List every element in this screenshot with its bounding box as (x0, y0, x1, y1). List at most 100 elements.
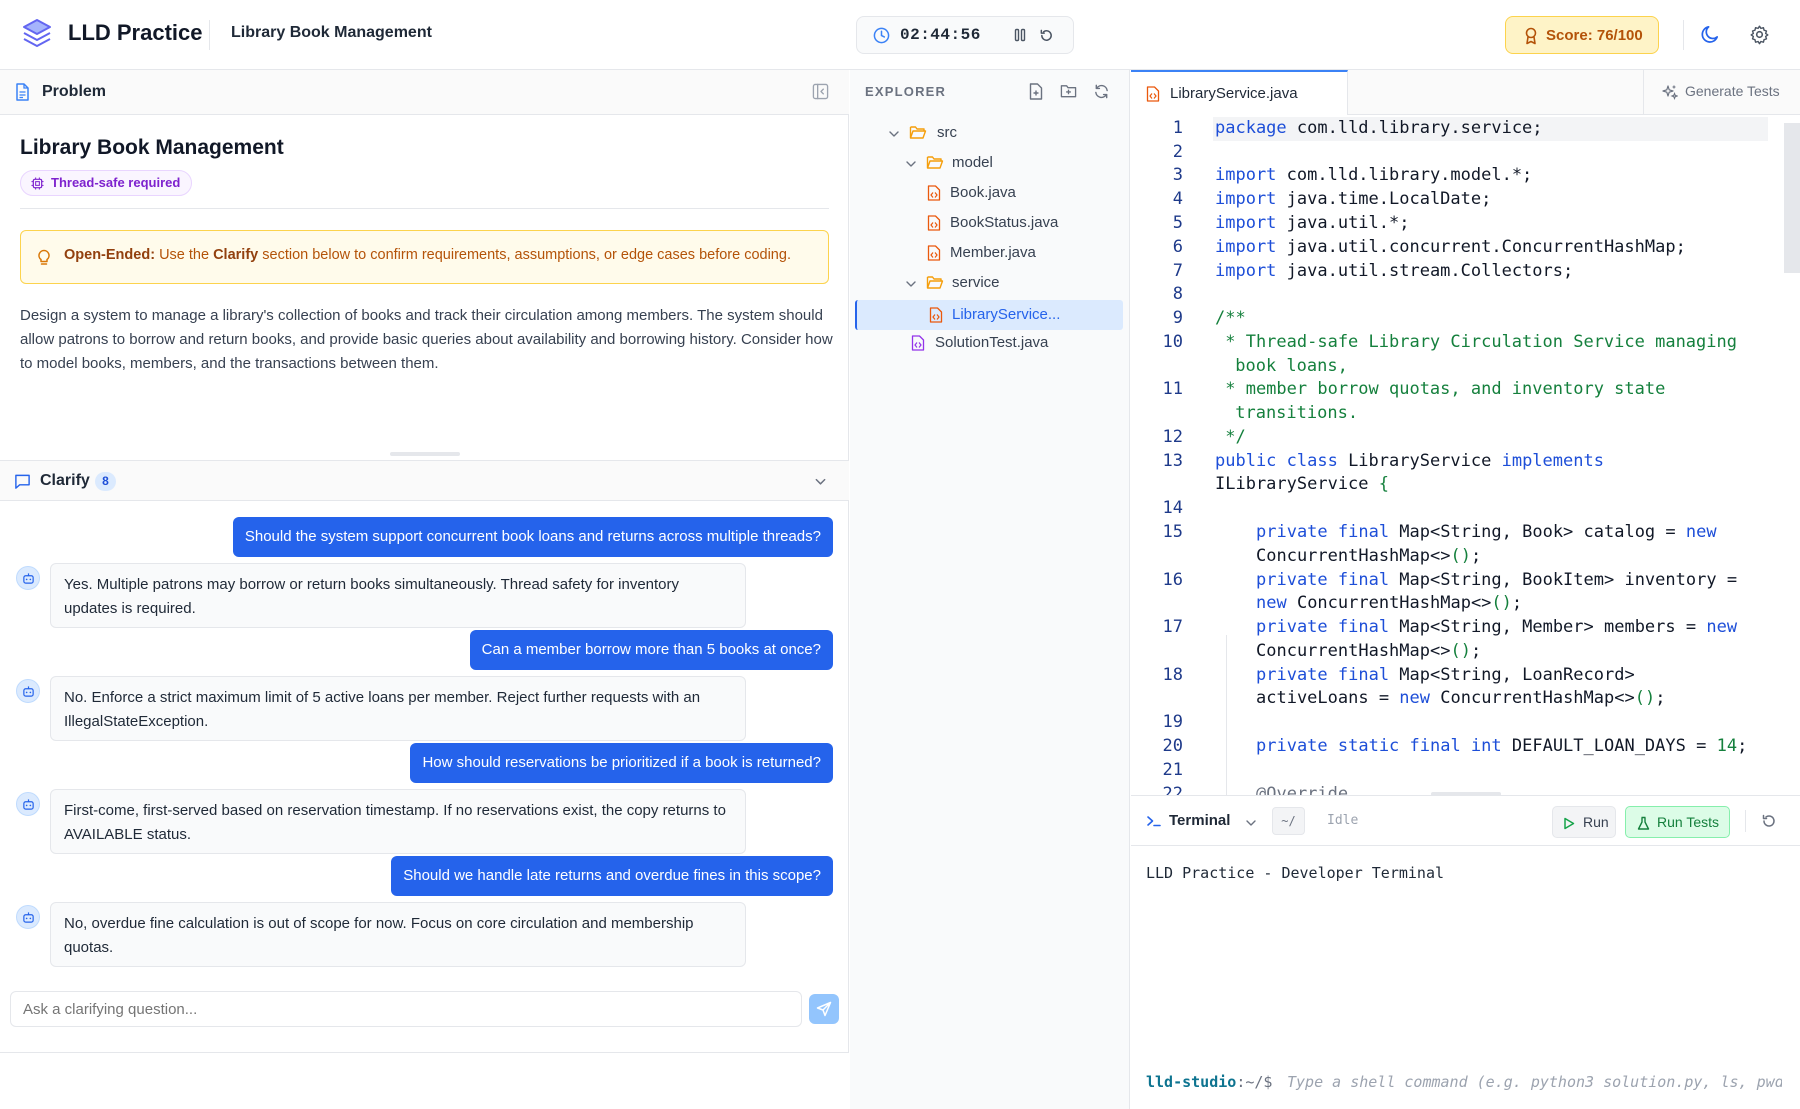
code-line: transitions. (1225, 403, 1359, 423)
tree-label: service (952, 274, 1000, 291)
editor-tabs: LibraryService.java Generate Tests (1131, 70, 1800, 115)
code-line: private final Map<String, Book> catalog … (1256, 522, 1717, 542)
moon-icon[interactable] (1700, 24, 1721, 45)
code-area[interactable]: 1 2 3 4 5 6 7 8 9 10 11 12 13 14 15 16 1… (1131, 115, 1800, 795)
line-number: 5 (1172, 213, 1183, 233)
assistant-answer: Yes. Multiple patrons may borrow or retu… (50, 563, 746, 628)
bot-avatar (16, 566, 40, 590)
code-line: ILibraryService { (1215, 474, 1390, 494)
run-tests-button[interactable]: Run Tests (1625, 806, 1730, 838)
chevron-down-icon (905, 158, 917, 170)
line-number: 14 (1162, 498, 1183, 518)
divider (1745, 810, 1746, 832)
pause-icon[interactable] (1013, 28, 1027, 42)
working-directory-badge: ~/ (1272, 807, 1305, 835)
code-editor: LibraryService.java Generate Tests 1 2 3… (1131, 70, 1800, 796)
header-divider (209, 20, 210, 50)
code-line: import java.util.stream.Collectors; (1215, 261, 1574, 281)
tree-file-bookstatus[interactable]: BookStatus.java (850, 208, 1130, 238)
chevron-down-icon (905, 278, 917, 290)
clarify-count-badge: 8 (95, 472, 116, 491)
prompt-path: :~/$ (1236, 1073, 1273, 1091)
divider (20, 208, 829, 209)
folder-open-icon (926, 275, 944, 290)
code-line: import java.util.*; (1215, 213, 1410, 233)
line-number: 12 (1162, 427, 1183, 447)
chevron-down-icon (888, 128, 900, 140)
open-ended-callout: Open-Ended: Use the Clarify section belo… (20, 230, 829, 284)
new-file-icon[interactable] (1028, 83, 1044, 100)
java-file-icon (927, 245, 941, 261)
java-file-icon (927, 185, 941, 201)
explorer-header: EXPLORER (850, 70, 1130, 114)
terminal-header: Terminal ~/ Idle Run Run Tests (1131, 796, 1800, 846)
problem-title: Library Book Management (20, 136, 284, 159)
tree-label: SolutionTest.java (935, 334, 1049, 351)
clarify-question-input[interactable] (10, 991, 802, 1027)
line-number: 19 (1162, 712, 1183, 732)
gear-icon[interactable] (1749, 24, 1770, 45)
code-line: ConcurrentHashMap<>(); (1256, 546, 1482, 566)
java-file-icon (929, 307, 943, 323)
score-label: Score: 76/100 (1546, 27, 1643, 44)
code-line: import com.lld.library.model.*; (1215, 165, 1533, 185)
chat-icon (14, 473, 31, 490)
tab-libraryservice[interactable]: LibraryService.java (1131, 70, 1348, 115)
terminal-command-input[interactable]: Type a shell command (e.g. python3 solut… (1287, 1073, 1782, 1091)
line-number: 13 (1162, 451, 1183, 471)
user-question: How should reservations be prioritized i… (410, 743, 833, 783)
line-number: 7 (1172, 261, 1183, 281)
reset-timer-icon[interactable] (1039, 28, 1054, 43)
refresh-icon[interactable] (1093, 83, 1110, 100)
bot-avatar (16, 679, 40, 703)
chevron-down-icon[interactable] (814, 475, 827, 488)
tree-file-solutiontest[interactable]: SolutionTest.java (850, 328, 1130, 358)
line-number: 8 (1172, 284, 1183, 304)
tree-folder-src[interactable]: src (850, 118, 1130, 148)
callout-text-1: Use the (159, 247, 210, 263)
play-icon (1564, 817, 1575, 830)
bot-icon (23, 912, 34, 923)
generate-tests-label: Generate Tests (1685, 83, 1780, 99)
new-folder-icon[interactable] (1060, 83, 1077, 99)
terminal-icon (1146, 814, 1162, 828)
tree-file-book[interactable]: Book.java (850, 178, 1130, 208)
run-label: Run (1583, 814, 1609, 830)
line-number: 21 (1162, 760, 1183, 780)
run-button[interactable]: Run (1552, 806, 1616, 838)
flask-icon (1637, 816, 1650, 830)
line-number: 4 (1172, 189, 1183, 209)
test-file-icon (911, 335, 925, 351)
prompt-host: lld-studio (1146, 1073, 1237, 1091)
assistant-answer: No. Enforce a strict maximum limit of 5 … (50, 676, 746, 741)
collapse-panel-icon[interactable] (812, 83, 829, 100)
tree-folder-service[interactable]: service (850, 268, 1130, 298)
code-line: private static final int DEFAULT_LOAN_DA… (1256, 736, 1748, 756)
code-line: activeLoans = new ConcurrentHashMap<>(); (1256, 688, 1666, 708)
tab-label: LibraryService.java (1170, 85, 1298, 102)
bot-avatar (16, 792, 40, 816)
send-button[interactable] (809, 994, 839, 1024)
tree-file-member[interactable]: Member.java (850, 238, 1130, 268)
tree-file-libraryservice[interactable]: LibraryService... (850, 300, 1130, 330)
tree-label: LibraryService... (952, 306, 1061, 323)
callout-label: Open-Ended: (64, 247, 156, 263)
line-number: 11 (1162, 379, 1183, 399)
problem-description: Design a system to manage a library's co… (20, 307, 833, 372)
terminal-status: Idle (1327, 813, 1359, 828)
code-line: * member borrow quotas, and inventory st… (1215, 379, 1666, 399)
sparkles-icon (1662, 84, 1678, 100)
document-icon (15, 83, 30, 101)
terminal-title[interactable]: Terminal (1169, 812, 1230, 829)
chevron-down-icon[interactable] (1245, 817, 1257, 829)
tree-folder-model[interactable]: model (850, 148, 1130, 178)
line-number: 16 (1162, 570, 1183, 590)
generate-tests-button[interactable]: Generate Tests (1643, 70, 1800, 114)
user-question: Should the system support concurrent boo… (232, 517, 833, 557)
restart-terminal-icon[interactable] (1761, 813, 1777, 829)
bot-icon (23, 686, 34, 697)
clarify-header[interactable]: Clarify 8 (0, 460, 849, 501)
resize-handle[interactable] (390, 452, 460, 456)
editor-vertical-scrollbar[interactable] (1784, 123, 1800, 273)
clarify-label: Clarify (40, 472, 90, 489)
